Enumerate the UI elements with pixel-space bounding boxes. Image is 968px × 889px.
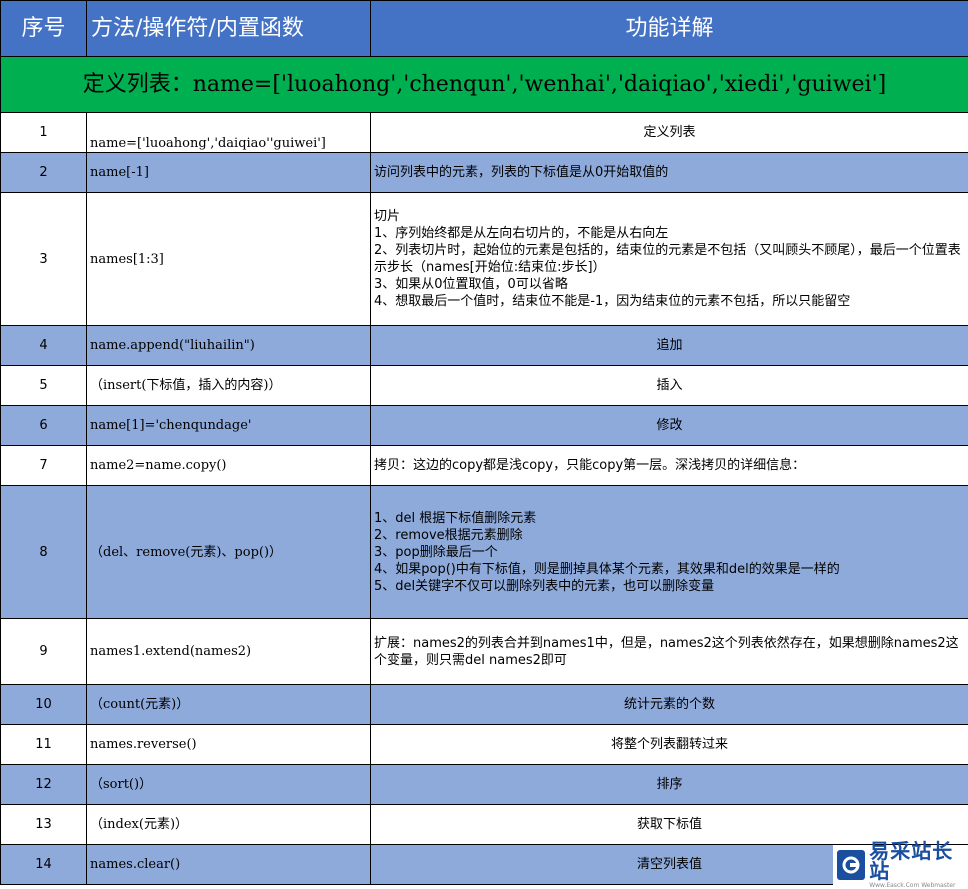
row-method: names1.extend(names2) <box>87 619 371 685</box>
row-num: 11 <box>1 725 87 765</box>
section-title: 定义列表：name=['luoahong','chenqun','wenhai'… <box>1 57 968 113</box>
table-row: 7 name2=name.copy() 拷贝：这边的copy都是浅copy，只能… <box>1 446 968 486</box>
watermark-url: Www.Easck.Com Webmaster <box>869 883 968 889</box>
row-num: 14 <box>1 845 87 885</box>
header-desc: 功能详解 <box>371 1 968 57</box>
row-desc: 修改 <box>371 406 968 446</box>
table-row: 11 names.reverse() 将整个列表翻转过来 <box>1 725 968 765</box>
table-row: 9 names1.extend(names2) 扩展：names2的列表合并到n… <box>1 619 968 685</box>
row-method: names[1:3] <box>87 193 371 326</box>
list-methods-table: 序号 方法/操作符/内置函数 功能详解 定义列表：name=['luoahong… <box>0 0 968 885</box>
row-desc: 追加 <box>371 326 968 366</box>
row-method: name[-1] <box>87 153 371 193</box>
table-row: 10 （count(元素)） 统计元素的个数 <box>1 685 968 725</box>
brand-logo-icon <box>837 850 865 880</box>
table-row: 2 name[-1] 访问列表中的元素，列表的下标值是从0开始取值的 <box>1 153 968 193</box>
row-method: names.clear() <box>87 845 371 885</box>
row-method: （index(元素)） <box>87 805 371 845</box>
row-desc: 1、del 根据下标值删除元素 2、remove根据元素删除 3、pop删除最后… <box>374 510 965 595</box>
table-row: 14 names.clear() 清空列表值 <box>1 845 968 885</box>
header-row: 序号 方法/操作符/内置函数 功能详解 <box>1 1 968 57</box>
watermark: 易采站长站 Www.Easck.Com Webmaster <box>833 845 968 885</box>
row-method: name.append("liuhailin") <box>87 326 371 366</box>
row-num: 13 <box>1 805 87 845</box>
row-num: 1 <box>1 113 87 153</box>
watermark-brand: 易采站长站 <box>869 841 968 881</box>
row-method: name[1]='chenqundage' <box>87 406 371 446</box>
row-desc: 切片 1、序列始终都是从左向右切片的，不能是从右向左 2、列表切片时，起始位的元… <box>374 208 965 310</box>
row-num: 8 <box>1 486 87 619</box>
row-desc: 扩展：names2的列表合并到names1中，但是，names2这个列表依然存在… <box>371 619 968 685</box>
row-num: 2 <box>1 153 87 193</box>
row-num: 3 <box>1 193 87 326</box>
row-desc: 统计元素的个数 <box>371 685 968 725</box>
table-row: 4 name.append("liuhailin") 追加 <box>1 326 968 366</box>
table-row: 8 （del、remove(元素)、pop()） 1、del 根据下标值删除元素… <box>1 486 968 619</box>
row-desc: 排序 <box>371 765 968 805</box>
header-num: 序号 <box>1 1 87 57</box>
row-desc: 定义列表 <box>371 113 968 153</box>
row-num: 5 <box>1 366 87 406</box>
table-row: 6 name[1]='chenqundage' 修改 <box>1 406 968 446</box>
table-row: 3 names[1:3] 切片 1、序列始终都是从左向右切片的，不能是从右向左 … <box>1 193 968 326</box>
section-row: 定义列表：name=['luoahong','chenqun','wenhai'… <box>1 57 968 113</box>
row-num: 9 <box>1 619 87 685</box>
row-num: 10 <box>1 685 87 725</box>
row-num: 7 <box>1 446 87 486</box>
table-row: 1 name=['luoahong','daiqiao''guiwei'] 定义… <box>1 113 968 153</box>
row-num: 6 <box>1 406 87 446</box>
row-method: name2=name.copy() <box>87 446 371 486</box>
row-method: （del、remove(元素)、pop()） <box>87 486 371 619</box>
row-num: 12 <box>1 765 87 805</box>
row-desc: 拷贝：这边的copy都是浅copy，只能copy第一层。深浅拷贝的详细信息： <box>371 446 968 486</box>
row-desc: 插入 <box>371 366 968 406</box>
table-row: 13 （index(元素)） 获取下标值 <box>1 805 968 845</box>
table-row: 5 （insert(下标值，插入的内容)） 插入 <box>1 366 968 406</box>
row-desc: 访问列表中的元素，列表的下标值是从0开始取值的 <box>371 153 968 193</box>
row-method: name=['luoahong','daiqiao''guiwei'] <box>87 113 371 153</box>
row-desc: 将整个列表翻转过来 <box>371 725 968 765</box>
row-method: （sort()） <box>87 765 371 805</box>
row-method: （insert(下标值，插入的内容)） <box>87 366 371 406</box>
header-method: 方法/操作符/内置函数 <box>87 1 371 57</box>
table-row: 12 （sort()） 排序 <box>1 765 968 805</box>
row-method: （count(元素)） <box>87 685 371 725</box>
row-num: 4 <box>1 326 87 366</box>
row-method: names.reverse() <box>87 725 371 765</box>
